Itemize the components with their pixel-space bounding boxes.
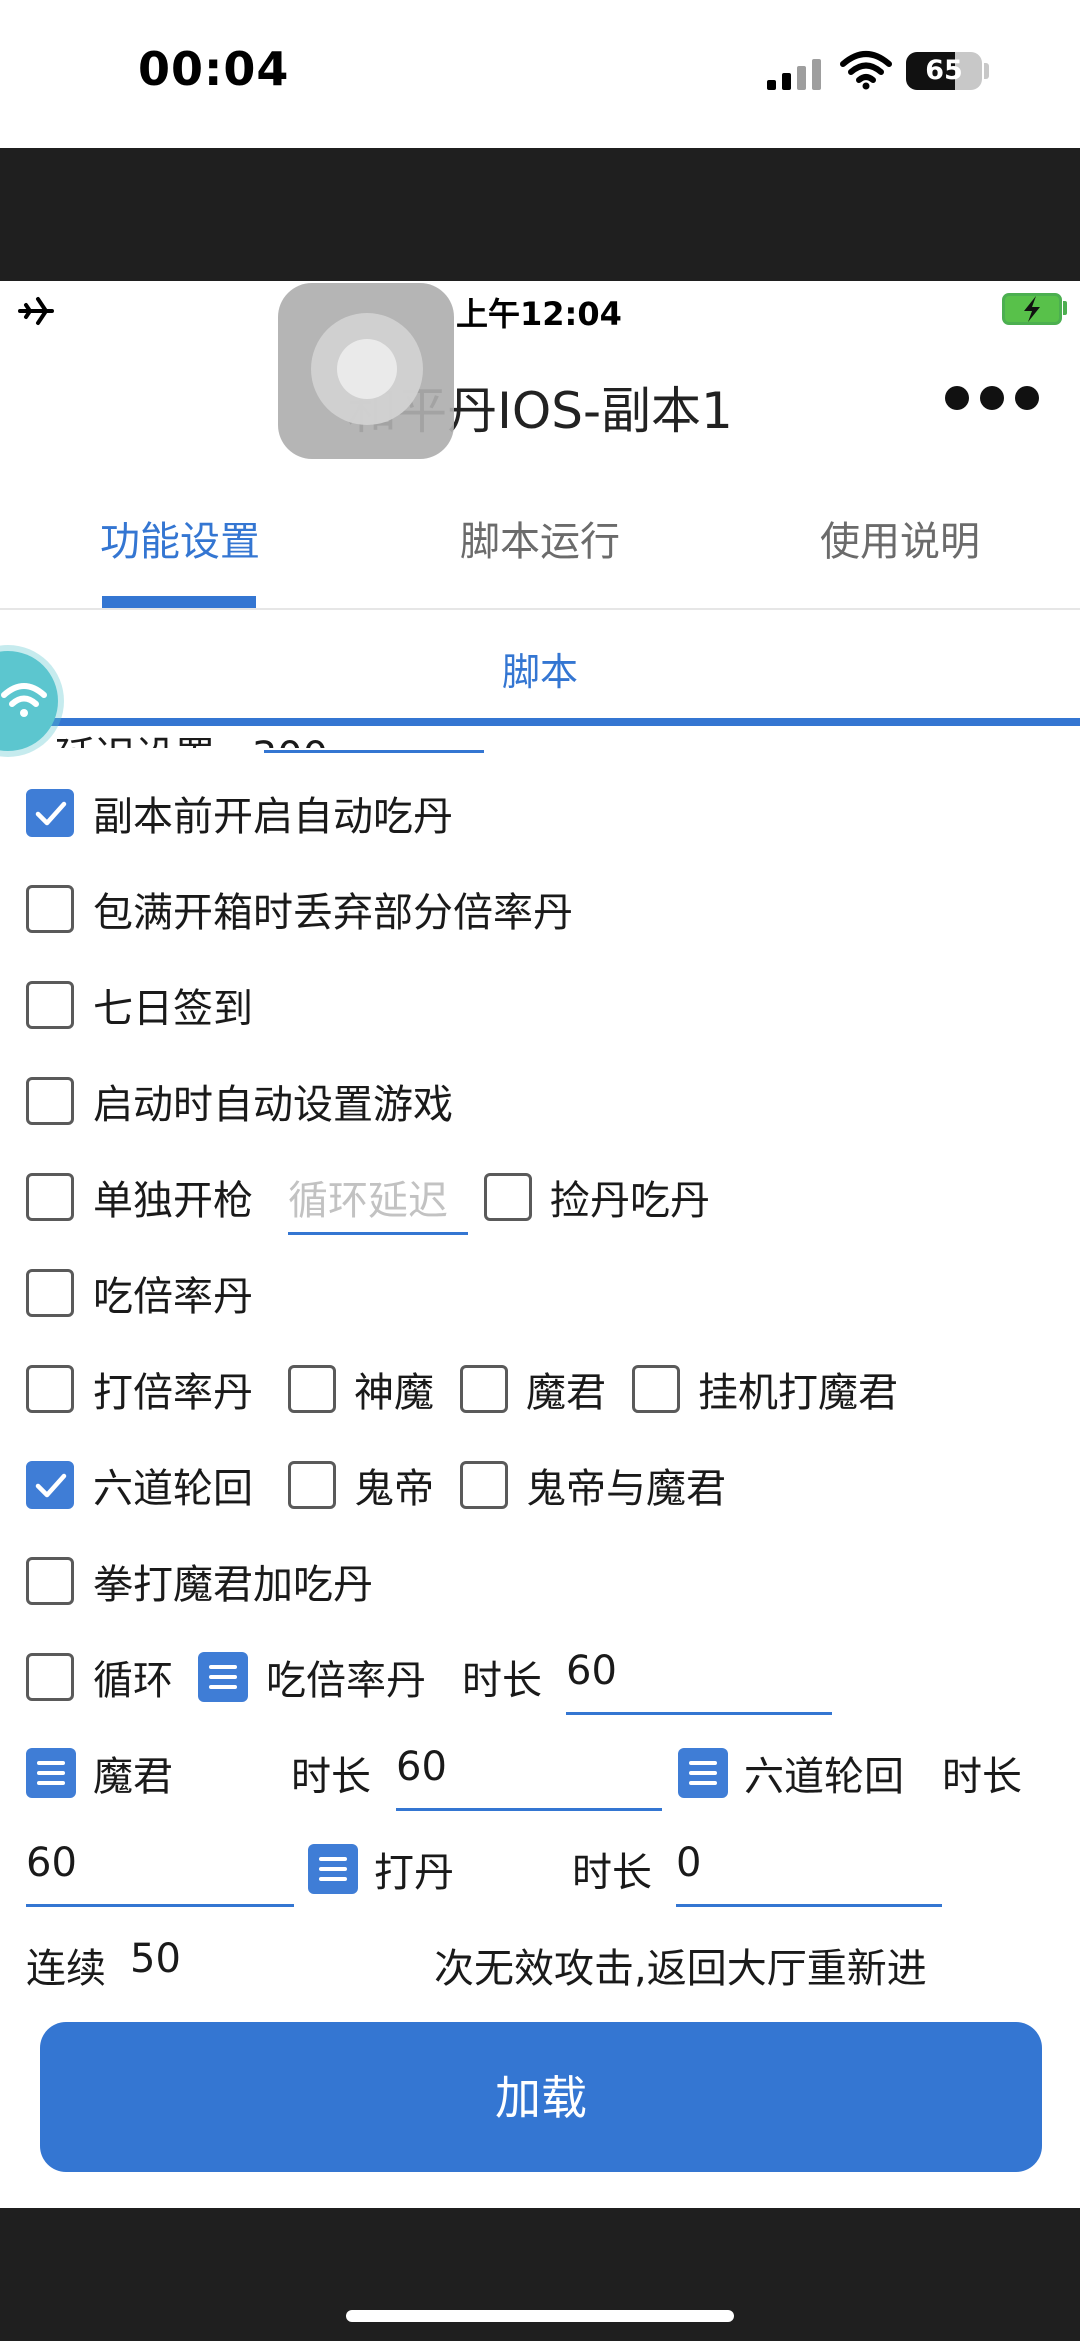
loop-duration-label: 时长: [462, 1658, 542, 1704]
afk-mojun-label: 挂机打魔君: [698, 1370, 898, 1416]
tab-script-run[interactable]: 脚本运行: [360, 509, 720, 567]
consecutive-suffix: 次无效攻击,返回大厅重新进: [434, 1946, 927, 1992]
active-tab-indicator: [102, 596, 256, 608]
fist-mojun-checkbox[interactable]: [26, 1557, 74, 1605]
loop-label: 循环: [93, 1658, 173, 1704]
dadan-select-label[interactable]: 打丹: [374, 1840, 454, 1898]
screen-black-band-top: [0, 148, 1080, 281]
liudao-select-menu-icon[interactable]: [678, 1748, 728, 1798]
solo-fire-checkbox[interactable]: [26, 1173, 74, 1221]
mojun-label: 魔君: [526, 1370, 606, 1416]
delay-setting-value[interactable]: 300: [252, 734, 328, 748]
battery-percent: 65: [925, 55, 963, 86]
pick-eat-checkbox[interactable]: [484, 1173, 532, 1221]
dadan-select-menu-icon[interactable]: [308, 1844, 358, 1894]
delay-setting-row: 延迟设置 300: [55, 724, 328, 748]
liudao-duration-underline: [26, 1904, 294, 1907]
tab-usage-instructions[interactable]: 使用说明: [720, 509, 1080, 567]
mojun-checkbox[interactable]: [460, 1365, 508, 1413]
section-title: 脚本: [501, 650, 578, 694]
loop-duration-input[interactable]: 60: [566, 1648, 617, 1694]
guidi-mojun-label: 鬼帝与魔君: [526, 1466, 726, 1512]
dadan-duration-input[interactable]: 0: [676, 1840, 701, 1886]
more-options-icon[interactable]: [942, 383, 1042, 413]
discard-multiplier-checkbox[interactable]: [26, 885, 74, 933]
solo-fire-label: 单独开枪: [93, 1178, 253, 1224]
auto-eat-checkbox[interactable]: [26, 789, 74, 837]
eat-multiplier-label: 吃倍率丹: [93, 1274, 253, 1320]
afk-mojun-checkbox[interactable]: [632, 1365, 680, 1413]
mojun-select-label[interactable]: 魔君: [93, 1744, 173, 1802]
mojun-duration-input[interactable]: 60: [396, 1744, 447, 1790]
delay-setting-underline: [264, 750, 484, 753]
liudao-duration-label: 时长: [942, 1754, 1022, 1800]
home-indicator[interactable]: [346, 2310, 734, 2322]
phone-clock: 00:04: [138, 42, 290, 96]
guidi-mojun-checkbox[interactable]: [460, 1461, 508, 1509]
load-button[interactable]: 加载: [40, 2022, 1042, 2172]
check-icon: [35, 801, 67, 826]
consecutive-value[interactable]: 50: [130, 1936, 181, 1982]
dadan-duration-underline: [676, 1904, 942, 1907]
mojun-duration-label: 时长: [291, 1754, 371, 1800]
airplane-mode-icon: [18, 297, 54, 325]
floating-wifi-icon: [1, 683, 47, 717]
auto-setup-game-label: 启动时自动设置游戏: [93, 1082, 453, 1128]
mojun-duration-underline: [396, 1808, 662, 1811]
hit-multiplier-label: 打倍率丹: [93, 1370, 253, 1416]
consecutive-label: 连续: [26, 1946, 106, 1992]
cellular-signal-icon: [767, 59, 821, 90]
loop-select-menu-icon[interactable]: [198, 1652, 248, 1702]
shenmo-label: 神魔: [354, 1370, 434, 1416]
hit-multiplier-checkbox[interactable]: [26, 1365, 74, 1413]
liudao-duration-input[interactable]: 60: [26, 1840, 77, 1886]
battery-icon: 65: [906, 52, 982, 90]
liudao-checkbox[interactable]: [26, 1461, 74, 1509]
loop-checkbox[interactable]: [26, 1653, 74, 1701]
charging-battery-cap: [1063, 301, 1067, 315]
app-title: 和平丹IOS-副本1: [347, 382, 733, 440]
guidi-checkbox[interactable]: [288, 1461, 336, 1509]
seven-day-signin-checkbox[interactable]: [26, 981, 74, 1029]
seven-day-signin-label: 七日签到: [93, 986, 253, 1032]
liudao-label: 六道轮回: [93, 1466, 253, 1512]
assistive-touch-dot: [337, 339, 397, 399]
app-screen: 上午12:04 和平丹IOS-副本1 功能设置 脚本运行 使用说明 脚本 延迟设…: [0, 281, 1080, 2208]
delay-setting-label: 延迟设置: [55, 734, 215, 748]
charging-bolt-icon: [1024, 296, 1040, 322]
wifi-icon: [840, 51, 892, 90]
loop-duration-underline: [566, 1712, 832, 1715]
dadan-duration-label: 时长: [572, 1850, 652, 1896]
loop-delay-input[interactable]: 循环延迟: [288, 1168, 448, 1226]
mojun-select-menu-icon[interactable]: [26, 1748, 76, 1798]
auto-setup-game-checkbox[interactable]: [26, 1077, 74, 1125]
eat-multiplier-checkbox[interactable]: [26, 1269, 74, 1317]
fist-mojun-label: 拳打魔君加吃丹: [93, 1562, 373, 1608]
tab-function-settings[interactable]: 功能设置: [0, 509, 360, 567]
auto-eat-label: 副本前开启自动吃丹: [93, 794, 453, 840]
battery-cap: [984, 63, 989, 79]
loop-delay-underline: [288, 1232, 468, 1235]
tabs-divider: [0, 608, 1080, 610]
pick-eat-label: 捡丹吃丹: [550, 1178, 710, 1224]
discard-multiplier-label: 包满开箱时丢弃部分倍率丹: [93, 890, 573, 936]
guidi-label: 鬼帝: [354, 1466, 434, 1512]
liudao-select-label[interactable]: 六道轮回: [744, 1744, 904, 1802]
loop-select-label[interactable]: 吃倍率丹: [266, 1648, 426, 1706]
app-status-clock: 上午12:04: [456, 295, 622, 333]
shenmo-checkbox[interactable]: [288, 1365, 336, 1413]
check-icon: [35, 1473, 67, 1498]
